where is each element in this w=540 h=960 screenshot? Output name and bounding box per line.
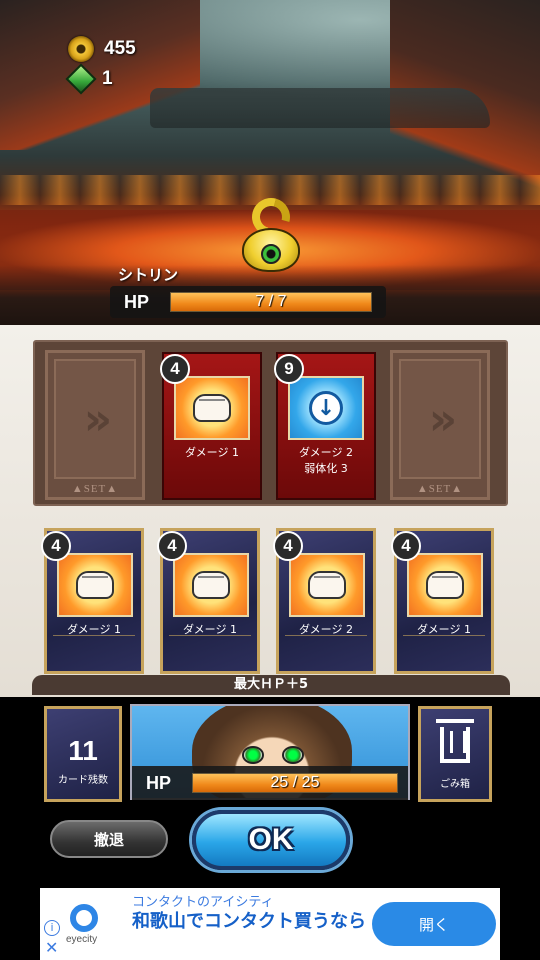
ad-small-text: コンタクトのアイシティ	[132, 895, 274, 910]
bonus-text: 最大ＨＰ＋5	[32, 675, 510, 695]
deck-count-number: 11	[68, 735, 98, 766]
trash-button[interactable]: ごみ箱	[418, 706, 492, 802]
coin-icon	[68, 36, 94, 62]
character-eye-right	[282, 746, 304, 764]
hand-card-1[interactable]: 4 ダメージ 1	[41, 528, 144, 674]
enemy-hp-text: 7 / 7	[255, 293, 287, 310]
ad-open-button[interactable]: 開く	[372, 902, 496, 946]
enemy-hp-bar: HP 7 / 7	[110, 286, 386, 318]
gem-counter: 1	[65, 63, 113, 95]
card-cost: 4	[41, 531, 71, 561]
trash-icon	[436, 719, 474, 763]
card-art	[407, 553, 483, 617]
card-art	[57, 553, 133, 617]
card-cost: 9	[274, 354, 304, 384]
card-art: ↓	[288, 376, 364, 440]
hand-card-4[interactable]: 4 ダメージ 1	[391, 528, 494, 674]
monster-eye	[261, 244, 281, 264]
card-cost: 4	[273, 531, 303, 561]
card-art	[174, 376, 250, 440]
gem-amount: 1	[102, 68, 113, 89]
fist-icon	[193, 394, 231, 422]
deck-remaining[interactable]: 11 カード残数	[44, 706, 122, 802]
player-hp-text: 25 / 25	[270, 774, 320, 791]
card-divider	[285, 635, 367, 636]
down-arrow-icon: ↓	[309, 391, 343, 425]
hand-card-3[interactable]: 4 ダメージ 2	[273, 528, 376, 674]
gem-icon	[65, 63, 97, 95]
set-slot-label: ▲SET▲	[416, 483, 464, 495]
chevron-right-icon: »	[428, 393, 458, 445]
set-slot-inner: »	[54, 359, 136, 479]
set-card-1[interactable]: 4 ダメージ 1	[160, 352, 262, 500]
card-divider	[403, 635, 485, 636]
player-hp-track: 25 / 25	[192, 773, 398, 793]
ad-banner[interactable]: i ✕ eyecity コンタクトのアイシティ 和歌山でコンタクト買うなら 開く	[40, 888, 500, 960]
ad-info-icon[interactable]: i	[44, 920, 60, 936]
player-hp-label: HP	[146, 772, 172, 793]
card-divider	[169, 635, 251, 636]
ad-headline: 和歌山でコンタクト買うなら	[132, 911, 366, 932]
retreat-button[interactable]: 撤退	[50, 820, 168, 858]
character-eye-left	[242, 746, 264, 764]
set-slot-label: ▲SET▲	[71, 483, 119, 495]
card-art	[173, 553, 249, 617]
ad-brand: eyecity	[66, 934, 98, 945]
enemy-hp-track: 7 / 7	[170, 292, 372, 312]
stone-bridge	[150, 88, 490, 128]
fist-icon	[308, 571, 346, 599]
card-name: ダメージ 1	[185, 446, 239, 459]
trash-label: ごみ箱	[440, 779, 470, 790]
fist-icon	[76, 571, 114, 599]
deck-count-label: カード残数	[58, 775, 108, 786]
player-hp-bar: HP 25 / 25	[132, 766, 408, 800]
card-art	[289, 553, 365, 617]
set-card-2[interactable]: 9 ↓ ダメージ 2 弱体化 3	[274, 352, 376, 500]
ok-button[interactable]: OK	[192, 810, 350, 870]
card-cost: 4	[391, 531, 421, 561]
card-cost: 4	[157, 531, 187, 561]
gold-counter: 455	[68, 36, 136, 62]
fist-icon	[192, 571, 230, 599]
card-cost: 4	[160, 354, 190, 384]
hand-card-2[interactable]: 4 ダメージ 1	[157, 528, 260, 674]
set-slot-empty-right[interactable]: » ▲SET▲	[390, 350, 490, 500]
enemy-monster[interactable]	[242, 191, 300, 278]
chevron-right-icon: »	[83, 393, 113, 445]
card-subeffect: 弱体化 3	[304, 462, 348, 475]
enemy-hp-label: HP	[124, 291, 150, 312]
eyecity-logo-icon	[70, 904, 98, 932]
card-name: ダメージ 2	[299, 446, 353, 459]
set-slot-empty-left[interactable]: » ▲SET▲	[45, 350, 145, 500]
card-divider	[53, 635, 135, 636]
enemy-name: シトリン	[118, 266, 179, 284]
gold-amount: 455	[104, 38, 136, 59]
ad-close-icon[interactable]: ✕	[45, 938, 58, 957]
set-slot-inner: »	[399, 359, 481, 479]
fist-icon	[426, 571, 464, 599]
